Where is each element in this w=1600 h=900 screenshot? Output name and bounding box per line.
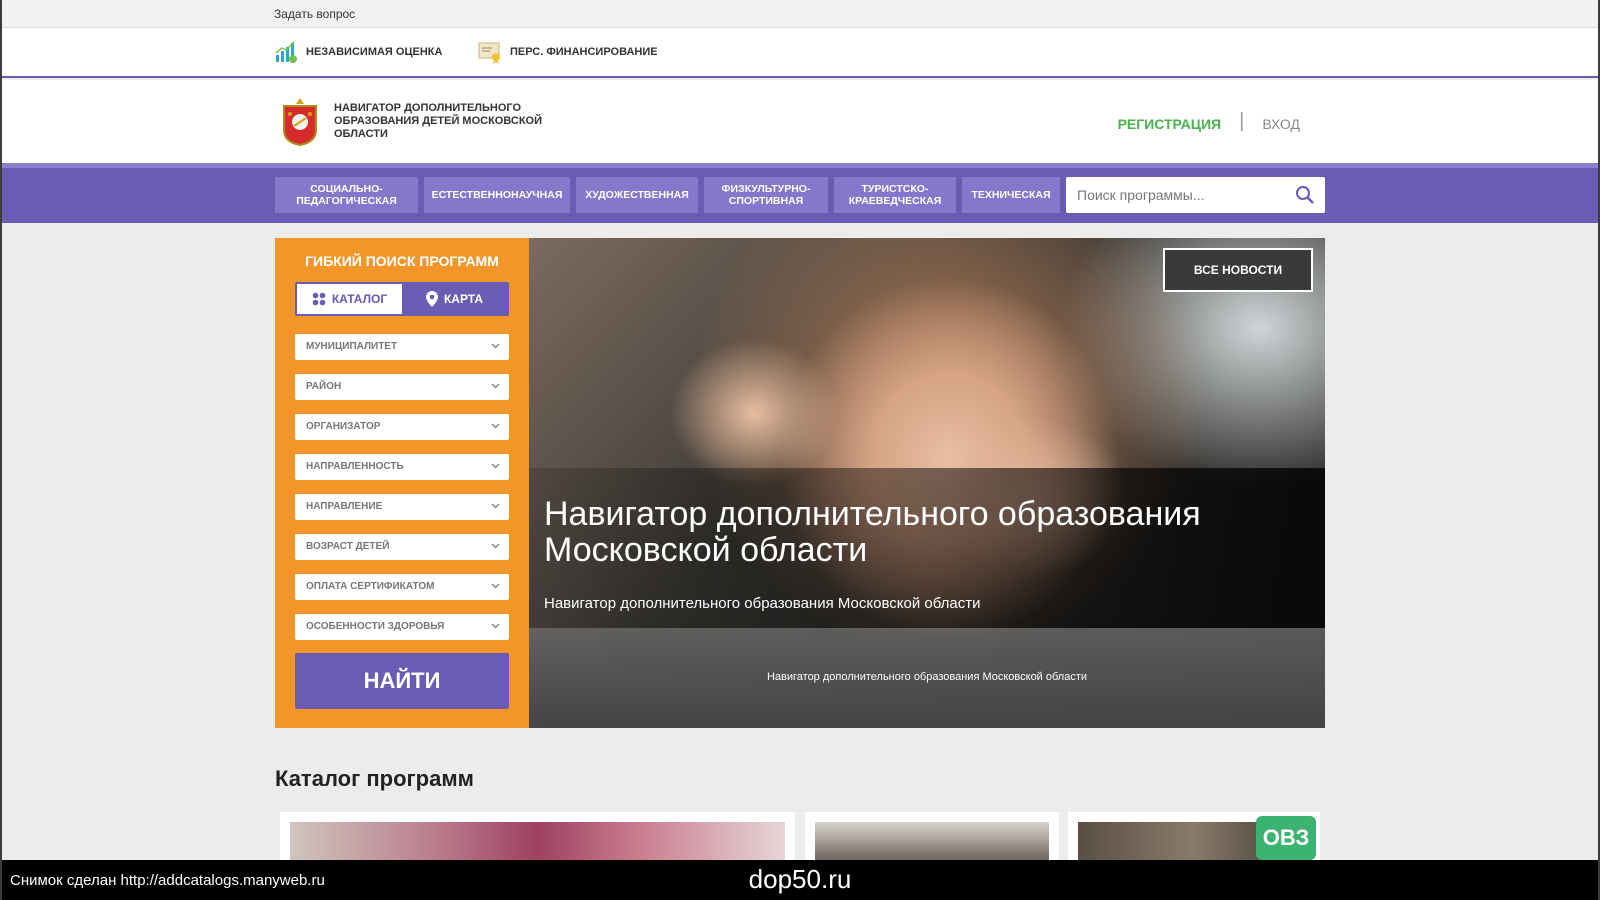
site-header: НАВИГАТОР ДОПОЛНИТЕЛЬНОГО ОБРАЗОВАНИЯ ДЕ… (0, 80, 1600, 163)
direction-select-label: НАПРАВЛЕНИЕ (306, 501, 383, 512)
find-button[interactable]: НАЙТИ (295, 653, 509, 709)
nav-item-natural-science[interactable]: ЕСТЕСТВЕННОНАУЧНАЯ (424, 177, 570, 213)
hero-photo-detail (669, 338, 839, 488)
top-utility-bar: Задать вопрос (0, 0, 1600, 28)
district-select-label: РАЙОН (306, 381, 342, 392)
program-search (1066, 177, 1325, 213)
hero-subtitle: Навигатор дополнительного образования Мо… (544, 595, 981, 612)
all-news-button[interactable]: ВСЕ НОВОСТИ (1163, 248, 1313, 292)
chevron-down-icon (491, 623, 500, 629)
hero-title: Навигатор дополнительного образования Мо… (544, 495, 1201, 569)
orientation-select-label: НАПРАВЛЕННОСТЬ (306, 461, 404, 472)
independent-assessment-label: НЕЗАВИСИМАЯ ОЦЕНКА (306, 46, 443, 58)
screenshot-caption-bar: Снимок сделан http://addcatalogs.manyweb… (0, 860, 1600, 900)
certificate-payment-select-label: ОПЛАТА СЕРТИФИКАТОМ (306, 581, 435, 592)
direction-select[interactable]: НАПРАВЛЕНИЕ (295, 494, 509, 520)
tab-map[interactable]: КАРТА (402, 284, 507, 314)
ovz-badge: ОВЗ (1256, 816, 1316, 860)
organizer-select[interactable]: ОРГАНИЗАТОР (295, 414, 509, 440)
municipality-select-label: МУНИЦИПАЛИТЕТ (306, 341, 398, 352)
child-age-select[interactable]: ВОЗРАСТ ДЕТЕЙ (295, 534, 509, 560)
chevron-down-icon (491, 543, 500, 549)
nav-item-technical[interactable]: ТЕХНИЧЕСКАЯ (962, 177, 1060, 213)
chevron-down-icon (491, 583, 500, 589)
certificate-payment-select[interactable]: ОПЛАТА СЕРТИФИКАТОМ (295, 574, 509, 600)
child-age-select-label: ВОЗРАСТ ДЕТЕЙ (306, 541, 390, 552)
site-domain-caption: dop50.ru (748, 864, 852, 894)
category-navbar: СОЦИАЛЬНО-ПЕДАГОГИЧЕСКАЯ ЕСТЕСТВЕННОНАУЧ… (0, 163, 1600, 223)
health-features-select-label: ОСОБЕННОСТИ ЗДОРОВЬЯ (306, 621, 445, 632)
register-link[interactable]: РЕГИСТРАЦИЯ (1118, 116, 1222, 132)
login-link[interactable]: ВХОД (1262, 116, 1300, 132)
services-bar: НЕЗАВИСИМАЯ ОЦЕНКА ПЕРС. ФИНАНСИРОВАНИЕ (0, 28, 1600, 78)
municipality-select[interactable]: МУНИЦИПАЛИТЕТ (295, 334, 509, 360)
chevron-down-icon (491, 343, 500, 349)
program-card[interactable] (805, 812, 1059, 860)
chevron-down-icon (491, 463, 500, 469)
personal-financing-label: ПЕРС. ФИНАНСИРОВАНИЕ (510, 46, 658, 58)
nav-item-tourism[interactable]: ТУРИСТСКО-КРАЕВЕДЧЕСКАЯ (834, 177, 956, 213)
nav-item-artistic[interactable]: ХУДОЖЕСТВЕННАЯ (576, 177, 698, 213)
tab-catalog-label: КАТАЛОГ (331, 292, 388, 306)
auth-separator: | (1239, 110, 1245, 132)
map-pin-icon (425, 291, 438, 307)
site-brand[interactable]: НАВИГАТОР ДОПОЛНИТЕЛЬНОГО ОБРАЗОВАНИЯ ДЕ… (334, 102, 564, 141)
district-select[interactable]: РАЙОН (295, 374, 509, 400)
auth-links: РЕГИСТРАЦИЯ | ВХОД (1118, 110, 1300, 133)
chevron-down-icon (491, 503, 500, 509)
program-card-image (290, 822, 785, 860)
flexible-search-title: ГИБКИЙ ПОИСК ПРОГРАММ (305, 253, 499, 269)
moscow-region-crest-icon[interactable] (280, 96, 320, 146)
program-search-input[interactable] (1066, 177, 1276, 213)
search-icon[interactable] (1295, 185, 1315, 205)
chevron-down-icon (491, 383, 500, 389)
grid-icon (312, 292, 326, 306)
category-list: СОЦИАЛЬНО-ПЕДАГОГИЧЕСКАЯ ЕСТЕСТВЕННОНАУЧ… (275, 177, 1060, 213)
orientation-select[interactable]: НАПРАВЛЕННОСТЬ (295, 454, 509, 480)
tab-catalog[interactable]: КАТАЛОГ (297, 284, 402, 314)
organizer-select-label: ОРГАНИЗАТОР (306, 421, 381, 432)
program-card-image (815, 822, 1049, 860)
personal-financing-link[interactable]: ПЕРС. ФИНАНСИРОВАНИЕ (478, 40, 658, 64)
hero-footer-caption: Навигатор дополнительного образования Мо… (766, 671, 1088, 683)
independent-assessment-link[interactable]: НЕЗАВИСИМАЯ ОЦЕНКА (274, 40, 442, 64)
chart-growth-icon (275, 41, 297, 63)
view-toggle: КАТАЛОГ КАРТА (295, 282, 509, 316)
catalog-title: Каталог программ (275, 766, 474, 791)
nav-item-sports[interactable]: ФИЗКУЛЬТУРНО-СПОРТИВНАЯ (704, 177, 828, 213)
hero-banner[interactable]: ВСЕ НОВОСТИ Навигатор дополнительного об… (529, 238, 1325, 728)
health-features-select[interactable]: ОСОБЕННОСТИ ЗДОРОВЬЯ (295, 614, 509, 640)
chevron-down-icon (491, 423, 500, 429)
nav-item-social-pedagogical[interactable]: СОЦИАЛЬНО-ПЕДАГОГИЧЕСКАЯ (275, 177, 418, 213)
ask-question-link[interactable]: Задать вопрос (274, 7, 355, 21)
certificate-icon (478, 42, 500, 64)
program-card[interactable] (280, 812, 795, 860)
tab-map-label: КАРТА (443, 292, 484, 306)
flexible-search-panel: ГИБКИЙ ПОИСК ПРОГРАММ КАТАЛОГ КАРТА МУНИ… (275, 238, 529, 728)
program-card[interactable]: ОВЗ (1068, 812, 1320, 860)
